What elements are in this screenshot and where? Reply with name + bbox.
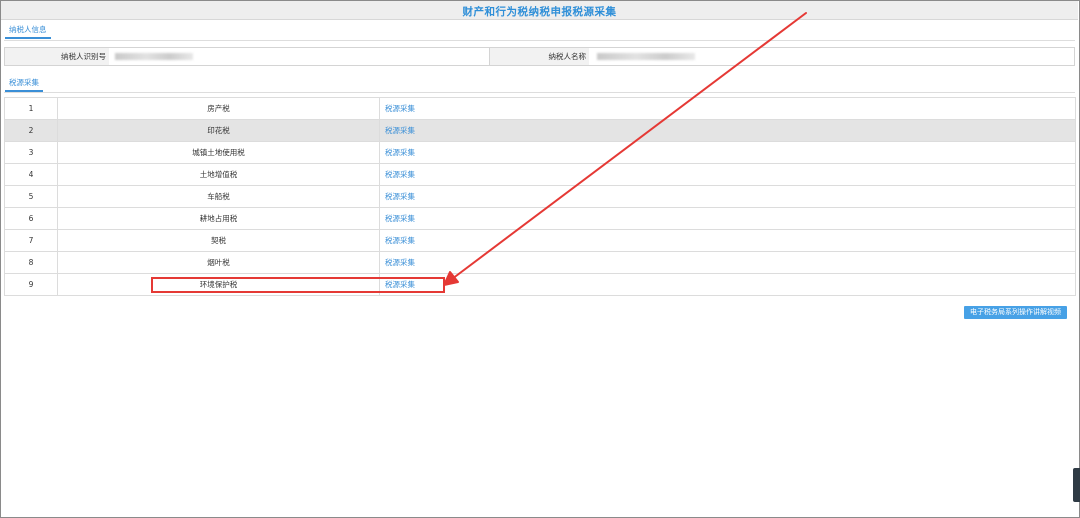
table-row: 6 耕地占用税 税源采集 [4, 207, 1076, 230]
tax-name: 房产税 [57, 97, 380, 120]
table-row: 4 土地增值税 税源采集 [4, 163, 1076, 186]
row-number: 4 [4, 163, 58, 186]
collect-link[interactable]: 税源采集 [385, 236, 415, 245]
tax-name: 土地增值税 [57, 163, 380, 186]
row-number: 7 [4, 229, 58, 252]
tab-tax-source[interactable]: 税源采集 [5, 76, 43, 92]
table-row: 1 房产税 税源采集 [4, 97, 1076, 120]
collect-link[interactable]: 税源采集 [385, 126, 415, 135]
collect-link[interactable]: 税源采集 [385, 104, 415, 113]
tutorial-video-button[interactable]: 电子税务局系列操作讲解视频 [964, 306, 1067, 319]
collect-link[interactable]: 税源采集 [385, 214, 415, 223]
row-number: 1 [4, 97, 58, 120]
tax-name: 城镇土地使用税 [57, 141, 380, 164]
collect-link[interactable]: 税源采集 [385, 148, 415, 157]
row-number: 9 [4, 273, 58, 296]
taxpayer-name-redacted [597, 53, 695, 60]
taxpayer-info-row: 纳税人识别号 纳税人名称 [4, 47, 1075, 66]
table-row: 7 契税 税源采集 [4, 229, 1076, 252]
tax-name: 耕地占用税 [57, 207, 380, 230]
collect-link[interactable]: 税源采集 [385, 192, 415, 201]
annotation-highlight-box [151, 277, 445, 293]
table-row: 2 印花税 税源采集 [4, 119, 1076, 142]
table-row: 5 车船税 税源采集 [4, 185, 1076, 208]
collect-link[interactable]: 税源采集 [385, 258, 415, 267]
section-divider [4, 92, 1075, 93]
tax-name: 契税 [57, 229, 380, 252]
row-number: 2 [4, 119, 58, 142]
tab-taxpayer-info-label: 纳税人信息 [9, 25, 47, 34]
title-bar: 财产和行为税纳税申报税源采集 [1, 1, 1078, 20]
taxpayer-name-label: 纳税人名称 [489, 48, 589, 65]
row-number: 5 [4, 185, 58, 208]
row-number: 6 [4, 207, 58, 230]
page-title: 财产和行为税纳税申报税源采集 [462, 6, 617, 18]
taxpayer-id-value [109, 48, 489, 65]
side-float-widget[interactable] [1073, 468, 1080, 502]
tax-name: 印花税 [57, 119, 380, 142]
row-number: 8 [4, 251, 58, 274]
tax-name: 车船税 [57, 185, 380, 208]
tax-source-table: 1 房产税 税源采集 2 印花税 税源采集 3 城镇土地使用税 税源采集 4 土… [4, 97, 1076, 296]
taxpayer-id-label: 纳税人识别号 [5, 48, 109, 65]
table-row: 8 烟叶税 税源采集 [4, 251, 1076, 274]
table-row: 3 城镇土地使用税 税源采集 [4, 141, 1076, 164]
collect-link[interactable]: 税源采集 [385, 170, 415, 179]
section-divider [4, 40, 1075, 41]
tab-tax-source-label: 税源采集 [9, 78, 39, 87]
row-number: 3 [4, 141, 58, 164]
tab-taxpayer-info[interactable]: 纳税人信息 [5, 23, 51, 39]
taxpayer-id-redacted [115, 53, 193, 60]
tax-name: 烟叶税 [57, 251, 380, 274]
taxpayer-name-value [589, 48, 1074, 65]
tab-underline [5, 37, 51, 39]
